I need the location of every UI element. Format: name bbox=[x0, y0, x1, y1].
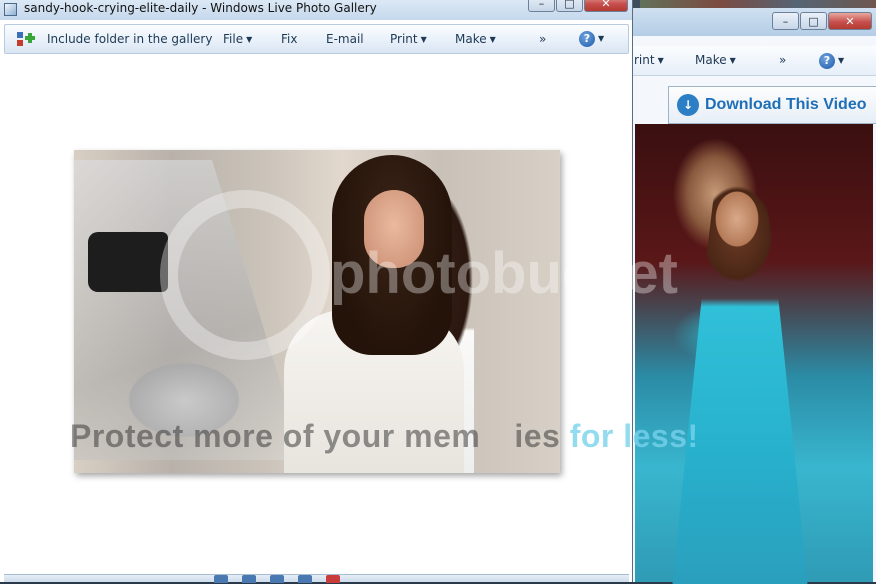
minimize-button[interactable]: – bbox=[772, 12, 799, 30]
window-title: sandy-hook-crying-elite-daily - Windows … bbox=[24, 1, 377, 15]
maximize-button[interactable]: □ bbox=[556, 0, 583, 12]
close-button[interactable]: ✕ bbox=[828, 12, 872, 30]
folder-add-icon bbox=[17, 31, 35, 47]
download-video-bar[interactable]: ↓ Download This Video bbox=[668, 86, 876, 124]
include-folder-button[interactable]: Include folder in the gallery bbox=[47, 32, 212, 46]
close-button[interactable]: ✕ bbox=[584, 0, 628, 12]
watermark-logo bbox=[160, 190, 330, 360]
file-label: File bbox=[223, 32, 244, 46]
make-label: Make bbox=[455, 32, 487, 46]
video-singer-image bbox=[672, 164, 808, 584]
download-icon: ↓ bbox=[677, 94, 699, 116]
photo-car-mirror bbox=[88, 232, 168, 292]
window-controls: – □ ✕ bbox=[528, 0, 628, 12]
help-button[interactable]: ? ▼ bbox=[819, 53, 844, 69]
window-icon bbox=[4, 3, 17, 16]
watermark-text-start: Protect more of your mem bbox=[70, 418, 481, 454]
chevron-down-icon: ▼ bbox=[246, 35, 253, 44]
fix-button[interactable]: Fix bbox=[281, 32, 297, 46]
status-bar bbox=[4, 574, 629, 583]
print-menu-partial[interactable]: rint ▼ bbox=[634, 53, 664, 67]
make-menu[interactable]: Make ▼ bbox=[695, 53, 736, 67]
watermark-accent: for less! bbox=[569, 418, 699, 454]
download-video-label: Download This Video bbox=[705, 96, 867, 113]
more-button[interactable]: » bbox=[539, 32, 546, 46]
print-label: rint bbox=[634, 53, 655, 67]
make-menu[interactable]: Make ▼ bbox=[455, 32, 496, 46]
print-label: Print bbox=[390, 32, 418, 46]
chevron-down-icon: ▼ bbox=[729, 56, 736, 65]
help-button[interactable]: ? ▼ bbox=[579, 31, 604, 47]
watermark-text: Protect more of your mem ies for less! bbox=[70, 418, 830, 468]
more-button[interactable]: » bbox=[779, 53, 786, 67]
print-menu[interactable]: Print ▼ bbox=[390, 32, 427, 46]
help-icon: ? bbox=[579, 31, 595, 47]
maximize-button[interactable]: □ bbox=[800, 12, 827, 30]
chevron-down-icon: ▼ bbox=[657, 56, 664, 65]
watermark-text-end: ies for less! bbox=[514, 418, 699, 454]
chevron-down-icon: ▼ bbox=[838, 56, 845, 65]
background-window-titlebar[interactable]: – □ ✕ bbox=[631, 8, 876, 36]
chevron-down-icon: ▼ bbox=[489, 35, 496, 44]
email-button[interactable]: E-mail bbox=[326, 32, 364, 46]
make-label: Make bbox=[695, 53, 727, 67]
minimize-button[interactable]: – bbox=[528, 0, 555, 12]
file-menu[interactable]: File ▼ bbox=[223, 32, 252, 46]
watermark-brand: photobucket bbox=[330, 241, 678, 306]
main-toolbar: Include folder in the gallery File ▼ Fix … bbox=[4, 24, 629, 54]
background-window-toolbar: rint ▼ Make ▼ » ? ▼ bbox=[631, 46, 876, 76]
window-titlebar[interactable]: sandy-hook-crying-elite-daily - Windows … bbox=[0, 0, 632, 20]
help-icon: ? bbox=[819, 53, 835, 69]
chevron-down-icon: ▼ bbox=[598, 34, 605, 43]
chevron-down-icon: ▼ bbox=[420, 35, 427, 44]
video-frame[interactable] bbox=[635, 124, 873, 584]
background-window-controls: – □ ✕ bbox=[772, 12, 872, 30]
